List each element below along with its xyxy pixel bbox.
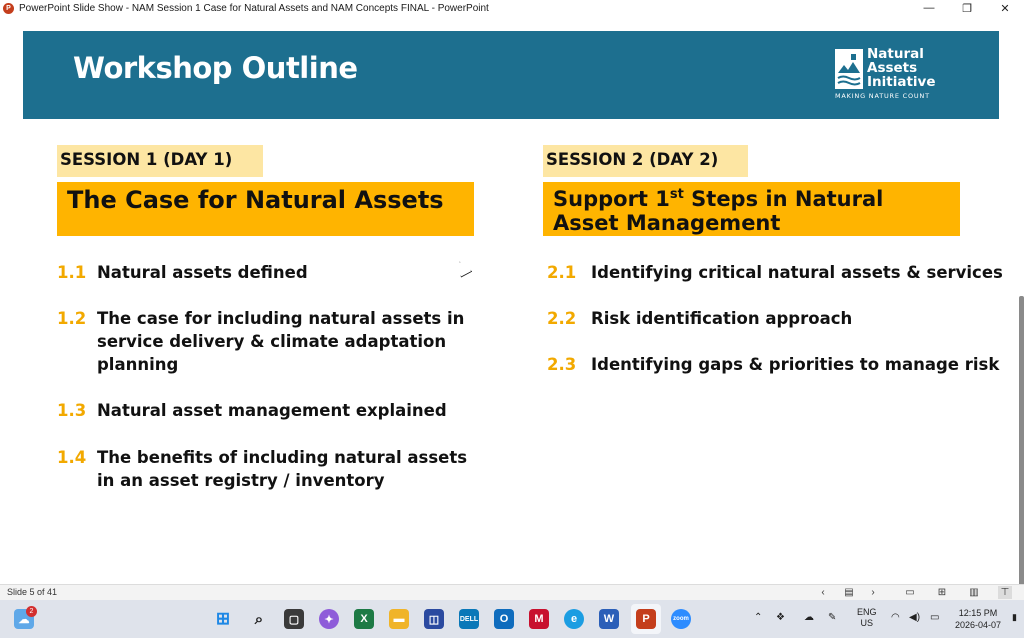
logo-line-3: Initiative (867, 74, 936, 90)
file-explorer-icon[interactable]: ▬ (389, 609, 409, 629)
logo-wordmark: Natural Assets Initiative (867, 47, 936, 89)
slide-sorter-icon[interactable]: ⊞ (935, 586, 949, 599)
language-code: ENG (857, 607, 877, 617)
logo-tagline: MAKING NATURE COUNT (835, 92, 930, 100)
search-icon[interactable]: ⌕ (249, 609, 269, 629)
edge-icon[interactable]: e (564, 609, 584, 629)
item-number: 1.2 (57, 309, 87, 328)
session1-title: The Case for Natural Assets (57, 182, 474, 236)
session2-label: SESSION 2 (DAY 2) (543, 145, 748, 177)
mcafee-icon[interactable]: M (529, 609, 549, 629)
copilot-icon[interactable]: ✦ (319, 609, 339, 629)
window-title-bar: P PowerPoint Slide Show - NAM Session 1 … (0, 0, 1024, 16)
item-number: 1.1 (57, 263, 87, 282)
logo-mark-icon (835, 49, 863, 89)
dell-icon[interactable]: DELL (459, 609, 479, 629)
session2-title-part1: Support 1 (553, 187, 670, 211)
pen-icon[interactable]: ✎ (828, 612, 836, 623)
session1-item-3: 1.3 Natural asset management explained (57, 399, 487, 422)
outlook-icon[interactable]: O (494, 609, 514, 629)
show-hidden-icons-chevron-icon[interactable]: ⌃ (754, 612, 762, 623)
slide-canvas[interactable]: Workshop Outline Natural Assets Initiati… (0, 16, 1024, 584)
normal-view-icon[interactable]: ▭ (903, 586, 917, 599)
close-button[interactable]: ✕ (986, 0, 1024, 16)
zoom-icon[interactable]: zoom (671, 609, 691, 629)
item-text: Identifying critical natural assets & se… (591, 263, 1003, 282)
excel-icon[interactable]: X (354, 609, 374, 629)
item-text: Risk identification approach (591, 309, 853, 328)
slide-title: Workshop Outline (73, 51, 358, 85)
item-number: 1.3 (57, 401, 87, 420)
slide-counter: Slide 5 of 41 (7, 587, 58, 597)
item-number: 1.4 (57, 448, 87, 467)
session2-item-3: 2.3 Identifying gaps & priorities to man… (547, 353, 1017, 376)
powerpoint-app-icon: P (3, 2, 14, 14)
session1-item-4: 1.4 The benefits of including natural as… (57, 446, 487, 492)
session2-item-2: 2.2 Risk identification approach (547, 307, 1017, 330)
item-number: 2.1 (547, 263, 577, 282)
item-text: Natural assets defined (97, 263, 308, 282)
restore-button[interactable]: ❐ (948, 0, 986, 16)
windows-taskbar: ☁ 2 ⊞ ⌕ ▢ ✦ X ▬ ◫ DELL O M e W P zoom ⌃ … (0, 600, 1024, 638)
notification-badge: 2 (26, 606, 37, 617)
item-text: The case for including natural assets in… (97, 309, 465, 374)
item-text: Natural asset management explained (97, 401, 447, 420)
microsoft-store-icon[interactable]: ◫ (424, 609, 444, 629)
volume-icon[interactable]: ◀) (909, 612, 920, 623)
slideshow-status-bar: Slide 5 of 41 ‹ ▤ › ▭ ⊞ ▥ ⊤ (0, 584, 1024, 600)
wifi-icon[interactable]: ◠ (891, 612, 900, 623)
notification-bell-icon[interactable]: ▮ (1012, 612, 1017, 623)
slide-list-icon[interactable]: ▤ (842, 586, 856, 599)
window-title: PowerPoint Slide Show - NAM Session 1 Ca… (19, 2, 489, 14)
logo-line-1: Natural (867, 46, 924, 62)
next-slide-icon[interactable]: › (866, 586, 880, 599)
item-text: Identifying gaps & priorities to manage … (591, 355, 1000, 374)
input-language-indicator[interactable]: ENG US (857, 607, 877, 629)
previous-slide-icon[interactable]: ‹ (816, 586, 830, 599)
session1-label: SESSION 1 (DAY 1) (57, 145, 263, 177)
item-number: 2.2 (547, 309, 577, 328)
minimize-button[interactable]: — (910, 0, 948, 16)
session2-title: Support 1st Steps in Natural Asset Manag… (543, 182, 960, 236)
session2-title-superscript: st (669, 187, 684, 202)
session1-item-2: 1.2 The case for including natural asset… (57, 307, 487, 376)
item-text: The benefits of including natural assets… (97, 448, 468, 490)
item-number: 2.3 (547, 355, 577, 374)
reading-view-icon[interactable]: ▥ (967, 586, 981, 599)
cloud-sync-icon[interactable]: ☁ (804, 612, 814, 623)
region-code: US (860, 618, 874, 628)
session1-item-1: 1.1 Natural assets defined (57, 261, 487, 284)
slide-header-band: Workshop Outline Natural Assets Initiati… (23, 31, 999, 119)
powerpoint-taskbar-icon[interactable]: P (636, 609, 656, 629)
logo-line-2: Assets (867, 60, 918, 76)
slide-scrollbar[interactable] (1019, 296, 1024, 584)
system-clock[interactable]: 12:15 PM 2026-04-07 (955, 607, 1001, 631)
slideshow-view-icon[interactable]: ⊤ (998, 586, 1012, 599)
word-icon[interactable]: W (599, 609, 619, 629)
clock-time: 12:15 PM (958, 608, 998, 618)
session2-item-1: 2.1 Identifying critical natural assets … (547, 261, 1017, 284)
task-view-icon[interactable]: ▢ (284, 609, 304, 629)
windows-start-icon[interactable]: ⊞ (213, 609, 233, 629)
clock-date: 2026-04-07 (955, 620, 1002, 630)
dropbox-icon[interactable]: ❖ (776, 612, 785, 623)
natural-assets-initiative-logo: Natural Assets Initiative MAKING NATURE … (835, 47, 945, 103)
battery-icon[interactable]: ▭ (930, 612, 939, 623)
